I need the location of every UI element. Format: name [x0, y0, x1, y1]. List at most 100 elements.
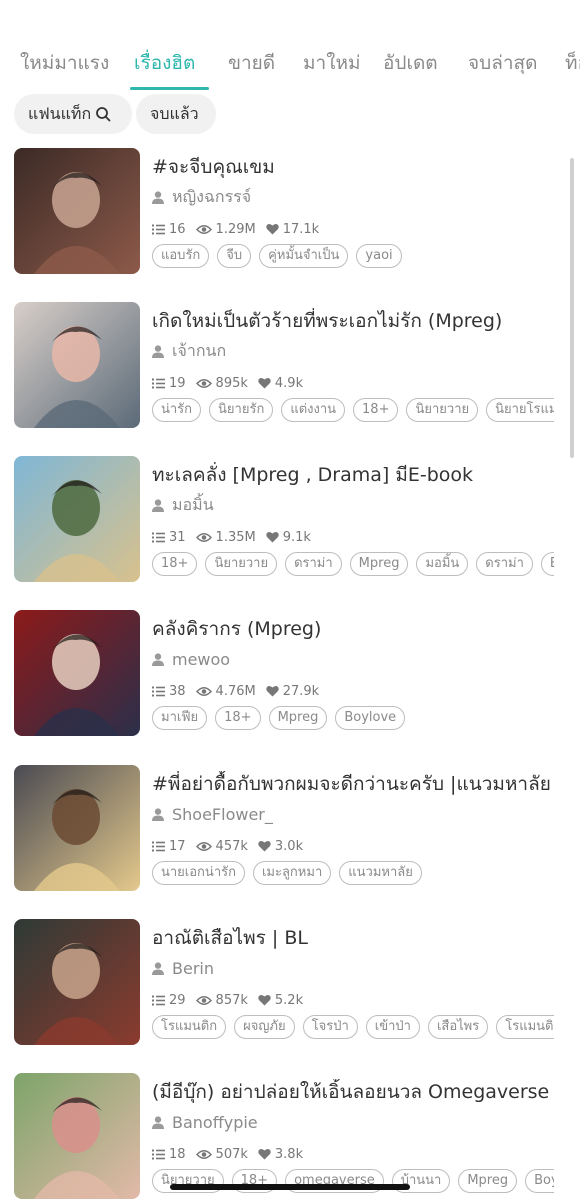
tab-5[interactable]: จบล่าสุด	[468, 48, 537, 90]
novel-title[interactable]: (มีอีบุ๊ก) อย่าปล่อยให้เอิ้นลอยนวล Omega…	[152, 1079, 554, 1105]
tab-label: มาใหม่	[303, 52, 361, 74]
novel-cover[interactable]	[14, 148, 140, 274]
author-name: Berin	[172, 958, 214, 978]
chapters-icon	[152, 378, 165, 388]
novel-item[interactable]: #จะจีบคุณเขม หญิงฉกรรจ์ 16 1.29M 17.1k แ…	[0, 148, 580, 275]
tag-chip[interactable]: Boylove	[525, 1169, 554, 1193]
novel-author[interactable]: Banoffypie	[152, 1111, 554, 1133]
tag-chip[interactable]: Mpreg	[268, 706, 328, 730]
novel-stats: 31 1.35M 9.1k	[152, 528, 554, 546]
novel-author[interactable]: มอมิ้น	[152, 494, 554, 516]
tag-chip[interactable]: โรแมนติก	[152, 1015, 227, 1039]
likes-icon	[258, 1149, 271, 1160]
novel-item[interactable]: คลังคิรากร (Mpreg) mewoo 38 4.76M 27.9k …	[0, 610, 580, 737]
tag-chip[interactable]: ดราม่า	[285, 552, 342, 576]
novel-stats: 29 857k 5.2k	[152, 991, 554, 1009]
tab-4[interactable]: อัปเดต	[383, 48, 438, 90]
novel-stats: 16 1.29M 17.1k	[152, 220, 554, 238]
novel-author[interactable]: ShoeFlower_	[152, 803, 554, 825]
completed-chip[interactable]: จบแล้ว	[136, 94, 216, 134]
novel-title[interactable]: อาณัติเสือไพร | BL	[152, 925, 554, 951]
tag-chip[interactable]: 18+	[215, 706, 261, 730]
tag-chip[interactable]: ผจญภัย	[234, 1015, 295, 1039]
novel-info: #จะจีบคุณเขม หญิงฉกรรจ์ 16 1.29M 17.1k แ…	[152, 154, 554, 268]
likes-count: 3.0k	[274, 838, 304, 854]
novel-item[interactable]: #พี่อย่าดื้อกับพวกผมจะดีกว่านะครับ |แนวม…	[0, 765, 580, 892]
novel-title[interactable]: เกิดใหม่เป็นตัวร้ายที่พระเอกไม่รัก (Mpre…	[152, 308, 554, 334]
chapters-count: 38	[169, 683, 186, 699]
novel-title[interactable]: #จะจีบคุณเขม	[152, 154, 554, 180]
novel-cover[interactable]	[14, 765, 140, 891]
home-indicator	[170, 1184, 410, 1190]
tab-2[interactable]: ขายดี	[228, 48, 275, 90]
author-name: เจ้ากนก	[172, 340, 227, 360]
likes-count: 9.1k	[282, 529, 311, 545]
tag-list: 18+ นิยายวาย ดราม่า Mpreg มอมิ้น ดราม่า BL	[152, 552, 554, 576]
tag-chip[interactable]: Boylove	[335, 706, 406, 730]
tag-chip[interactable]: ดราม่า	[476, 552, 533, 576]
tag-chip[interactable]: เข้าป่า	[365, 1015, 420, 1039]
novel-author[interactable]: mewoo	[152, 648, 554, 670]
chapters-icon	[152, 686, 165, 696]
tag-chip[interactable]: แอบรัก	[152, 244, 210, 268]
novel-cover[interactable]	[14, 919, 140, 1045]
views-count: 857k	[215, 992, 248, 1008]
novel-cover[interactable]	[14, 1073, 140, 1199]
novel-item[interactable]: อาณัติเสือไพร | BL Berin 29 857k 5.2k โร…	[0, 919, 580, 1046]
tag-chip[interactable]: นายเอกน่ารัก	[152, 861, 245, 885]
novel-item[interactable]: (มีอีบุ๊ก) อย่าปล่อยให้เอิ้นลอยนวล Omega…	[0, 1073, 580, 1200]
tag-chip[interactable]: น่ารัก	[152, 398, 202, 422]
chapters-count: 18	[169, 1146, 186, 1162]
novel-cover[interactable]	[14, 456, 140, 582]
views-icon	[195, 532, 212, 542]
novel-title[interactable]: คลังคิรากร (Mpreg)	[152, 616, 554, 642]
tag-chip[interactable]: yaoi	[356, 244, 402, 268]
novel-author[interactable]: เจ้ากนก	[152, 340, 554, 362]
tag-chip[interactable]: นิยายวาย	[406, 398, 479, 422]
tab-3[interactable]: มาใหม่	[303, 48, 361, 90]
tag-chip[interactable]: แต่งงาน	[281, 398, 346, 422]
tag-chip[interactable]: นิยายโรแมนติก	[486, 398, 554, 422]
tab-6[interactable]: ท็อ	[565, 48, 580, 90]
tag-chip[interactable]: เมะลูกหมา	[252, 861, 332, 885]
likes-icon	[266, 686, 279, 697]
tag-chip[interactable]: โรแมนติก	[496, 1015, 554, 1039]
views-icon	[195, 378, 212, 388]
likes-stat: 4.9k	[258, 376, 303, 391]
tag-chip[interactable]: Mpreg	[349, 552, 409, 576]
novel-cover[interactable]	[14, 302, 140, 428]
novel-title[interactable]: #พี่อย่าดื้อกับพวกผมจะดีกว่านะครับ |แนวม…	[152, 771, 554, 797]
likes-count: 4.9k	[274, 375, 304, 391]
tag-chip[interactable]: โจรป่า	[302, 1015, 358, 1039]
tag-chip[interactable]: มาเฟีย	[152, 706, 208, 730]
scrollbar[interactable]	[570, 158, 574, 458]
tag-chip[interactable]: นิยายรัก	[209, 398, 274, 422]
tag-chip[interactable]: นิยายวาย	[205, 552, 278, 576]
novel-item[interactable]: ทะเลคลั่ง [Mpreg , Drama] มีE-book มอมิ้…	[0, 456, 580, 583]
views-stat: 507k	[195, 1147, 248, 1162]
tag-chip[interactable]: Mpreg	[458, 1169, 518, 1193]
tab-0[interactable]: ใหม่มาแรง	[20, 48, 109, 90]
fanfic-tag-chip[interactable]: แฟนแท็ก	[14, 94, 132, 134]
likes-stat: 5.2k	[258, 993, 303, 1008]
chapters-stat: 16	[152, 222, 186, 237]
tag-chip[interactable]: คู่หมั้นจำเป็น	[259, 244, 349, 268]
tag-chip[interactable]: มอมิ้น	[416, 552, 469, 576]
novel-item[interactable]: เกิดใหม่เป็นตัวร้ายที่พระเอกไม่รัก (Mpre…	[0, 302, 580, 429]
novel-cover[interactable]	[14, 610, 140, 736]
tag-chip[interactable]: BL	[540, 552, 554, 576]
tag-chip[interactable]: จีบ	[217, 244, 252, 268]
novel-info: ทะเลคลั่ง [Mpreg , Drama] มีE-book มอมิ้…	[152, 462, 554, 576]
novel-author[interactable]: Berin	[152, 957, 554, 979]
tag-chip[interactable]: 18+	[353, 398, 399, 422]
novel-title[interactable]: ทะเลคลั่ง [Mpreg , Drama] มีE-book	[152, 462, 554, 488]
tag-chip[interactable]: 18+	[152, 552, 198, 576]
author-name: Banoffypie	[172, 1112, 258, 1132]
chapters-stat: 19	[152, 376, 186, 391]
tag-chip[interactable]: แนวมหาลัย	[339, 861, 422, 885]
chapters-count: 17	[169, 838, 186, 854]
novel-author[interactable]: หญิงฉกรรจ์	[152, 186, 554, 208]
likes-stat: 17.1k	[266, 222, 319, 237]
tag-chip[interactable]: เสือไพร	[427, 1015, 489, 1039]
tab-1[interactable]: เรื่องฮิต	[130, 48, 210, 90]
